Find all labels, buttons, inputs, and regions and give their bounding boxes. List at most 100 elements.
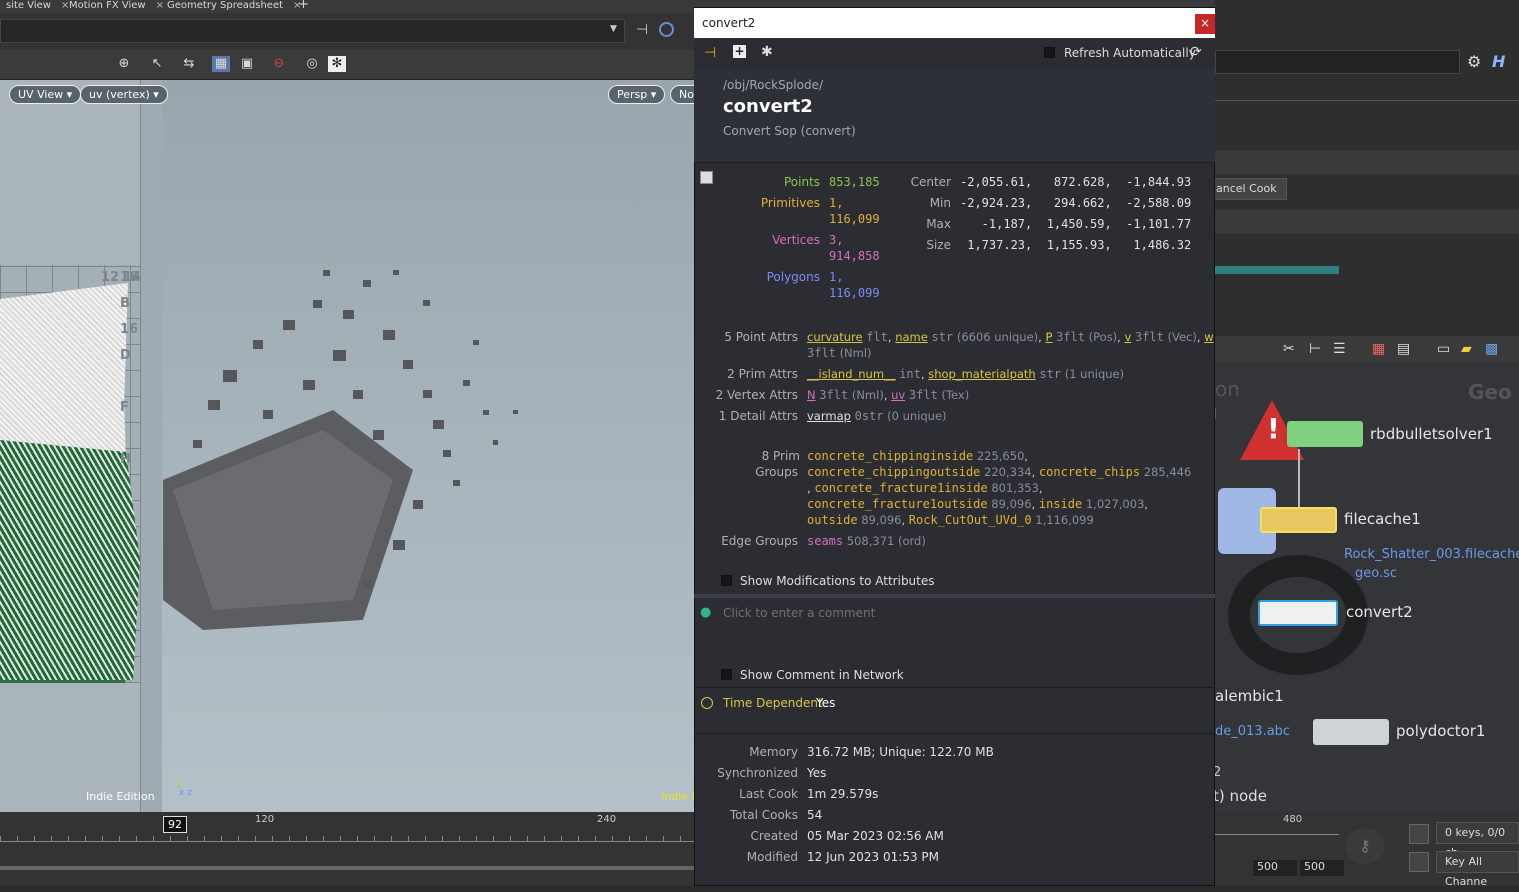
pin-icon[interactable]: ⊣ [636,22,648,38]
attr-name[interactable]: varmap [807,409,851,423]
layout-icon[interactable]: ▤ [1397,341,1410,357]
stop-icon[interactable]: ⊖ [270,56,288,72]
link-icon[interactable] [659,22,674,37]
uv-mode-icon[interactable]: ▦ [212,56,230,72]
attr-name[interactable]: w [1204,330,1213,344]
tick-label: 240 [597,814,617,825]
image-icon[interactable]: ▩ [1485,341,1498,357]
uv-divider [140,80,162,812]
tick-label: 480 [1283,814,1303,825]
timeline-scrollbar[interactable] [0,866,694,870]
show-mods-checkbox[interactable] [721,575,732,586]
channel-icon[interactable] [1409,852,1429,872]
keys-status[interactable]: 0 keys, 0/0 ch [1436,822,1519,859]
close-button[interactable]: × [1195,14,1215,34]
bug-icon[interactable]: ✱ [761,44,773,60]
range-end-field[interactable]: 500 [1300,860,1344,876]
key-icon[interactable]: ⚷ [1345,828,1385,864]
comment-field[interactable]: Click to enter a comment [723,606,875,620]
attr-name[interactable]: uv [891,388,905,402]
param-path-field[interactable] [1215,50,1460,74]
uv-view-menu[interactable]: UV View ▾ [9,85,82,104]
attr-type: int [899,367,921,381]
min-label: Min [929,196,951,210]
tree-icon[interactable]: ⊢ [1309,341,1321,357]
add-icon[interactable]: + [733,45,746,58]
grid-icon[interactable]: ▦ [1372,341,1385,357]
refresh-auto-label: Refresh Automatically [1064,46,1196,60]
group-name[interactable]: seams [807,534,843,548]
popup-titlebar[interactable]: convert2 [694,8,1215,38]
attr-note: (Nml) [839,346,872,360]
keyframe-icon[interactable] [1409,824,1429,844]
center-value: -2,055.61, 872.628, -1,844.93 [960,175,1192,189]
group-name[interactable]: outside [807,513,858,527]
group-name[interactable]: inside [1039,497,1082,511]
refresh-auto-checkbox[interactable] [1044,47,1055,58]
convert-node[interactable] [1258,600,1338,626]
add-tab-icon[interactable]: + [292,0,315,13]
group-count: 220,334 [984,465,1032,479]
group-name[interactable]: concrete_chips [1039,465,1140,479]
attr-name[interactable]: __island_num__ [807,367,896,381]
attr-note: (0 unique) [887,409,947,423]
attr-type: 3flt [819,388,849,402]
persp-camera-menu[interactable]: Persp ▾ [608,85,666,104]
filecache-node[interactable] [1260,507,1337,533]
path-field[interactable] [0,19,625,43]
group-count: 508,371 (ord) [846,534,926,548]
group-name[interactable]: Rock_CutOut_UVd_0 [909,513,1032,527]
attr-type: str [1039,367,1062,381]
key-all-channels-button[interactable]: Key All Channe [1436,851,1519,888]
group-name[interactable]: concrete_fracture1inside [814,481,987,495]
settings-icon[interactable]: ✻ [328,56,346,72]
attr-name[interactable]: shop_materialpath [928,367,1036,381]
attr-name[interactable]: P [1045,330,1052,344]
tab-geometry-spreadsheet[interactable]: Geometry Spreadsheet × [161,0,307,13]
tab-label: site View [6,0,51,11]
attr-name[interactable]: N [807,388,816,402]
timer-icon[interactable]: ◎ [303,56,321,72]
group-name[interactable]: concrete_chippinginside [807,449,973,463]
cancel-cook-button[interactable]: ancel Cook [1209,178,1287,200]
current-frame-marker[interactable]: 92 [163,816,187,833]
show-comment-checkbox[interactable] [721,669,732,680]
timeline[interactable] [0,812,694,886]
group-count: 285,446 [1143,465,1192,479]
select-tool-icon[interactable]: ↖ [148,56,166,72]
attr-name[interactable]: name [895,330,928,344]
group-line: , concrete_fracture1inside 801,353, [807,481,1043,495]
range-start-field[interactable]: 500 [1253,860,1297,876]
attr-name[interactable]: v [1124,330,1131,344]
node-label: convert2 [1346,603,1413,621]
transform-icon[interactable]: ⇆ [180,56,198,72]
group-name[interactable]: concrete_chippingoutside [807,465,980,479]
camera-select-icon[interactable]: ⊕ [115,56,133,72]
list-icon[interactable]: ☰ [1333,341,1346,357]
attr-name[interactable]: curvature [807,330,863,344]
group-name[interactable]: concrete_fracture1outside [807,497,988,511]
polys-value: 1, [829,270,844,284]
tab-motion-fx-view[interactable]: Motion FX View × [63,0,170,13]
timeline-ticks [0,826,694,842]
pin-icon[interactable]: ⊣ [704,45,716,61]
display-icon[interactable]: ▭ [1437,341,1450,357]
uv-attribute-menu[interactable]: uv (vertex) ▾ [80,85,168,104]
param-row [1215,150,1519,174]
attr-note: (Pos) [1088,330,1118,344]
snap-icon[interactable]: ▣ [238,56,256,72]
houdini-help-icon[interactable]: H [1492,52,1505,71]
tab-label: Geometry Spreadsheet [167,0,284,11]
chevron-down-icon[interactable]: ▼ [610,24,617,34]
uv-attr-label: uv (vertex) [89,88,150,101]
rbdbulletsolver-node[interactable] [1287,421,1363,447]
divider [694,162,1215,163]
tools-icon[interactable]: ✂ [1283,341,1295,357]
polydoctor-node[interactable] [1313,719,1389,745]
node-label: filecache1 [1344,510,1421,528]
param-row [1215,210,1519,234]
note-icon[interactable]: ▰ [1461,341,1472,357]
network-toolbar: ✂ ⊢ ☰ ▦ ▤ ▭ ▰ ▩ [1215,336,1519,362]
refresh-icon[interactable]: ⟳ [1190,44,1202,60]
gear-icon[interactable]: ⚙ [1467,52,1481,71]
